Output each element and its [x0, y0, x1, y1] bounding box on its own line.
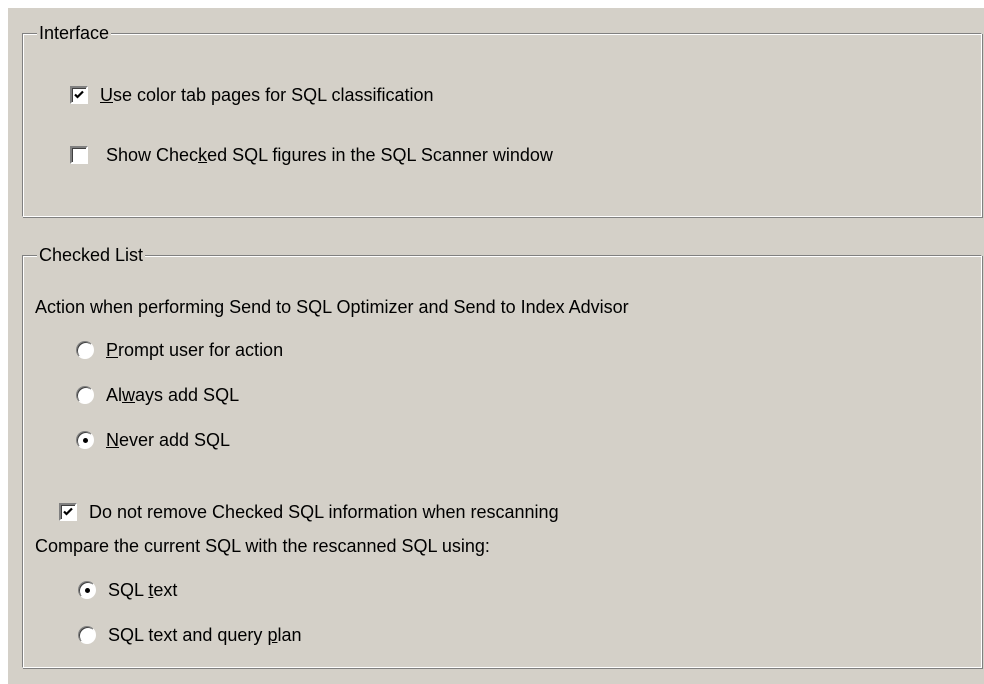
checkmark-icon: [63, 507, 73, 516]
radio-selected-dot: [83, 438, 88, 443]
show-checked-sql-checkbox[interactable]: Show Checked SQL figures in the SQL Scan…: [70, 141, 553, 169]
show-checked-sql-checkbox-box[interactable]: [70, 146, 88, 164]
options-panel: Interface Use color tab pages for SQL cl…: [8, 8, 984, 684]
radio-sql-text-circle[interactable]: [78, 581, 96, 599]
interface-group-title: Interface: [37, 21, 112, 45]
radio-always-add[interactable]: Always add SQL: [76, 381, 239, 409]
action-caption: Action when performing Send to SQL Optim…: [35, 297, 629, 317]
checked-list-group-title: Checked List: [37, 243, 146, 267]
interface-groupbox: Interface: [22, 21, 982, 217]
use-color-tabs-checkbox[interactable]: Use color tab pages for SQL classificati…: [70, 81, 434, 109]
radio-never-add-label: Never add SQL: [106, 429, 231, 450]
radio-prompt-user-label: Prompt user for action: [106, 339, 284, 360]
radio-prompt-user-circle[interactable]: [76, 341, 94, 359]
use-color-tabs-checkbox-box[interactable]: [70, 86, 88, 104]
compare-caption: Compare the current SQL with the rescann…: [35, 536, 490, 556]
do-not-remove-checkbox-box[interactable]: [59, 503, 77, 521]
radio-sql-text-plan-label: SQL text and query plan: [108, 624, 302, 645]
radio-prompt-user[interactable]: Prompt user for action: [76, 336, 283, 364]
radio-sql-text-plan-circle[interactable]: [78, 626, 96, 644]
use-color-tabs-label: Use color tab pages for SQL classificati…: [100, 84, 434, 105]
radio-sql-text-plan[interactable]: SQL text and query plan: [78, 621, 301, 649]
do-not-remove-label: Do not remove Checked SQL information wh…: [89, 501, 559, 522]
radio-always-add-label: Always add SQL: [106, 384, 240, 405]
checkmark-icon: [74, 90, 84, 99]
radio-always-add-circle[interactable]: [76, 386, 94, 404]
radio-selected-dot: [85, 588, 90, 593]
show-checked-sql-label: Show Checked SQL figures in the SQL Scan…: [106, 144, 553, 165]
radio-sql-text[interactable]: SQL text: [78, 576, 177, 604]
do-not-remove-checkbox[interactable]: Do not remove Checked SQL information wh…: [59, 498, 559, 526]
radio-sql-text-label: SQL text: [108, 579, 178, 600]
radio-never-add[interactable]: Never add SQL: [76, 426, 230, 454]
radio-never-add-circle[interactable]: [76, 431, 94, 449]
